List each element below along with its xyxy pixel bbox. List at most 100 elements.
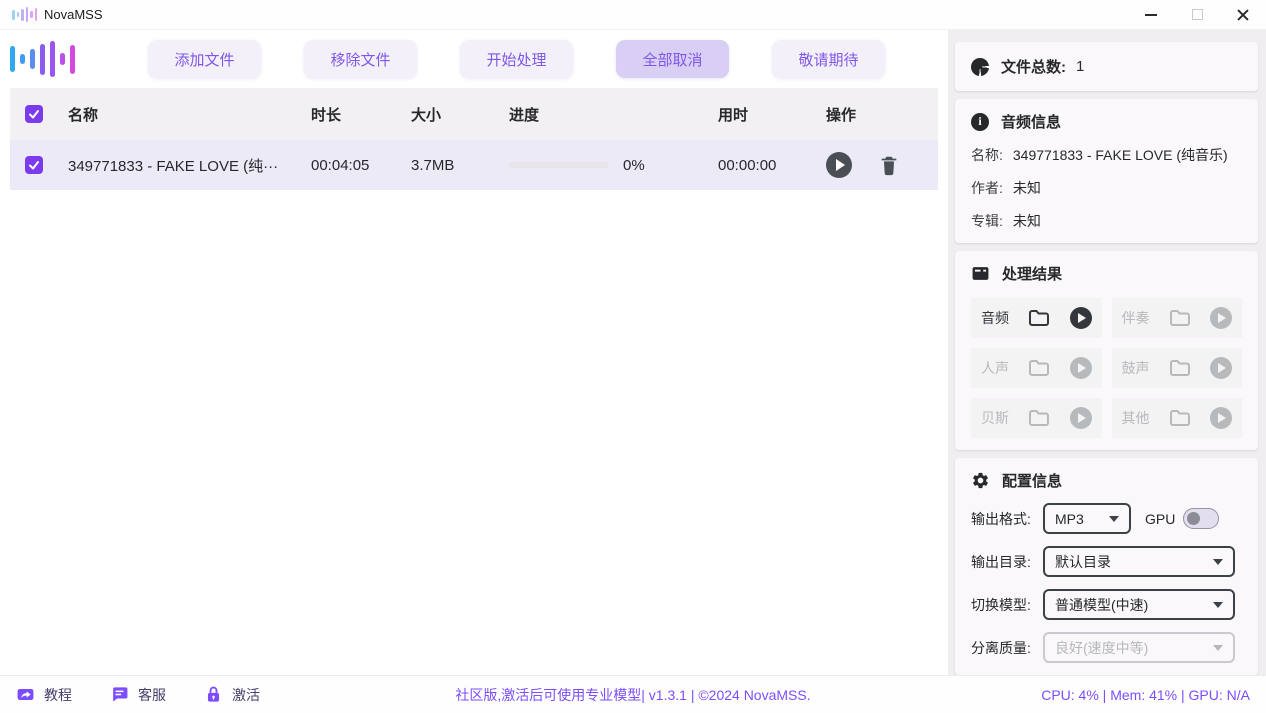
result-drums: 鼓声 [1112, 348, 1243, 388]
result-accompaniment-label: 伴奏 [1122, 308, 1166, 328]
output-format-label: 输出格式: [971, 509, 1043, 529]
audio-artist-field: 作者: 未知 [971, 178, 1242, 198]
start-processing-button[interactable]: 开始处理 [460, 40, 573, 78]
gpu-toggle[interactable] [1183, 508, 1219, 529]
quality-label: 分离质量: [971, 638, 1043, 658]
result-audio-play-button[interactable] [1070, 307, 1092, 329]
cancel-all-button[interactable]: 全部取消 [616, 40, 729, 78]
window-content: 添加文件 移除文件 开始处理 全部取消 敬请期待 名称 时长 大小 进度 用时 … [0, 30, 1266, 675]
quality-select: 良好(速度中等) [1043, 632, 1235, 663]
window-controls [1128, 0, 1266, 29]
toolbar-buttons: 添加文件 移除文件 开始处理 全部取消 敬请期待 [105, 40, 938, 78]
gpu-wrap: GPU [1145, 508, 1219, 529]
row-play-button[interactable] [826, 152, 852, 178]
add-file-button[interactable]: 添加文件 [148, 40, 261, 78]
minimize-button[interactable] [1128, 0, 1174, 29]
result-other-folder-icon [1168, 406, 1192, 430]
footer-links: 教程 客服 激活 [16, 685, 260, 705]
gpu-label: GPU [1145, 511, 1175, 527]
minimize-icon [1145, 14, 1157, 16]
row-checkbox-cell [10, 156, 58, 174]
close-icon [1237, 9, 1249, 21]
row-progress-cell: 0% [501, 157, 708, 174]
header-duration: 时长 [303, 104, 403, 125]
model-select[interactable]: 普通模型(中速) [1043, 589, 1235, 620]
chevron-down-icon [1109, 516, 1119, 522]
result-accompaniment-play-button [1210, 307, 1232, 329]
table-row[interactable]: 349771833 - FAKE LOVE (纯··· 00:04:05 3.7… [10, 140, 938, 190]
title-bar: NovaMSS [0, 0, 1266, 30]
support-label: 客服 [138, 685, 166, 705]
results-grid: 音频 伴奏 人声 鼓声 [971, 298, 1242, 438]
header-name: 名称 [58, 104, 303, 125]
row-elapsed: 00:00:00 [708, 157, 818, 174]
quality-value: 良好(速度中等) [1055, 638, 1148, 658]
result-other-play-button [1210, 407, 1232, 429]
result-other: 其他 [1112, 398, 1243, 438]
edition-version-text: 社区版,激活后可使用专业模型| v1.3.1 | ©2024 NovaMSS. [455, 685, 810, 705]
results-title: 处理结果 [1002, 263, 1062, 284]
result-audio-label: 音频 [981, 308, 1025, 328]
system-stats-text: CPU: 4% | Mem: 41% | GPU: N/A [1041, 687, 1250, 703]
model-value: 普通模型(中速) [1055, 595, 1148, 615]
audio-name-field: 名称: 349771833 - FAKE LOVE (纯音乐) [971, 145, 1242, 165]
close-button[interactable] [1220, 0, 1266, 29]
waveform-logo-icon [10, 37, 75, 81]
app-logo-icon [12, 7, 37, 23]
activate-link[interactable]: 激活 [204, 685, 260, 705]
result-audio: 音频 [971, 298, 1102, 338]
status-bar: 教程 客服 激活 社区版,激活后可使用专业模型| v1.3.1 | ©2024 … [0, 675, 1266, 713]
result-bass-label: 贝斯 [981, 408, 1025, 428]
total-files-label: 文件总数: [1001, 56, 1066, 77]
result-bass: 贝斯 [971, 398, 1102, 438]
gear-icon [971, 471, 990, 490]
share-arrow-icon [16, 685, 35, 704]
total-files-card: 文件总数: 1 [955, 42, 1258, 91]
result-bass-folder-icon [1027, 406, 1051, 430]
result-audio-folder-icon[interactable] [1027, 306, 1051, 330]
result-accompaniment: 伴奏 [1112, 298, 1243, 338]
activate-label: 激活 [232, 685, 260, 705]
support-link[interactable]: 客服 [110, 685, 166, 705]
audio-info-title: 音频信息 [1001, 111, 1061, 132]
result-vocals-folder-icon [1027, 356, 1051, 380]
result-other-label: 其他 [1122, 408, 1166, 428]
row-delete-button[interactable] [878, 154, 900, 176]
output-format-value: MP3 [1055, 511, 1084, 527]
row-size: 3.7MB [403, 157, 501, 174]
chevron-down-icon [1213, 602, 1223, 608]
maximize-button[interactable] [1174, 0, 1220, 29]
audio-info-card: i 音频信息 名称: 349771833 - FAKE LOVE (纯音乐) 作… [955, 99, 1258, 243]
output-dir-label: 输出目录: [971, 552, 1043, 572]
total-files-value: 1 [1076, 58, 1084, 75]
header-progress: 进度 [501, 104, 708, 125]
result-vocals-label: 人声 [981, 358, 1025, 378]
progress-label: 0% [623, 157, 645, 174]
total-files-row: 文件总数: 1 [971, 54, 1242, 79]
model-label: 切换模型: [971, 595, 1043, 615]
quality-row: 分离质量: 良好(速度中等) [971, 632, 1242, 663]
tutorial-link[interactable]: 教程 [16, 685, 72, 705]
pie-chart-icon [971, 58, 989, 76]
lock-icon [204, 685, 223, 704]
remove-file-button[interactable]: 移除文件 [304, 40, 417, 78]
output-format-row: 输出格式: MP3 GPU [971, 503, 1242, 534]
output-format-select[interactable]: MP3 [1043, 503, 1131, 534]
select-all-checkbox[interactable] [25, 105, 43, 123]
progress-bar [509, 162, 609, 168]
info-icon: i [971, 113, 989, 131]
card-list-icon [971, 264, 990, 283]
result-drums-play-button [1210, 357, 1232, 379]
result-vocals-play-button [1070, 357, 1092, 379]
coming-soon-button[interactable]: 敬请期待 [772, 40, 885, 78]
chat-bubble-icon [110, 685, 129, 704]
chevron-down-icon [1213, 559, 1223, 565]
maximize-icon [1192, 9, 1203, 20]
row-file-name: 349771833 - FAKE LOVE (纯··· [58, 155, 303, 176]
output-dir-select[interactable]: 默认目录 [1043, 546, 1235, 577]
row-duration: 00:04:05 [303, 157, 403, 174]
row-checkbox[interactable] [25, 156, 43, 174]
chevron-down-icon [1213, 645, 1223, 651]
app-title: NovaMSS [44, 7, 103, 22]
result-vocals: 人声 [971, 348, 1102, 388]
